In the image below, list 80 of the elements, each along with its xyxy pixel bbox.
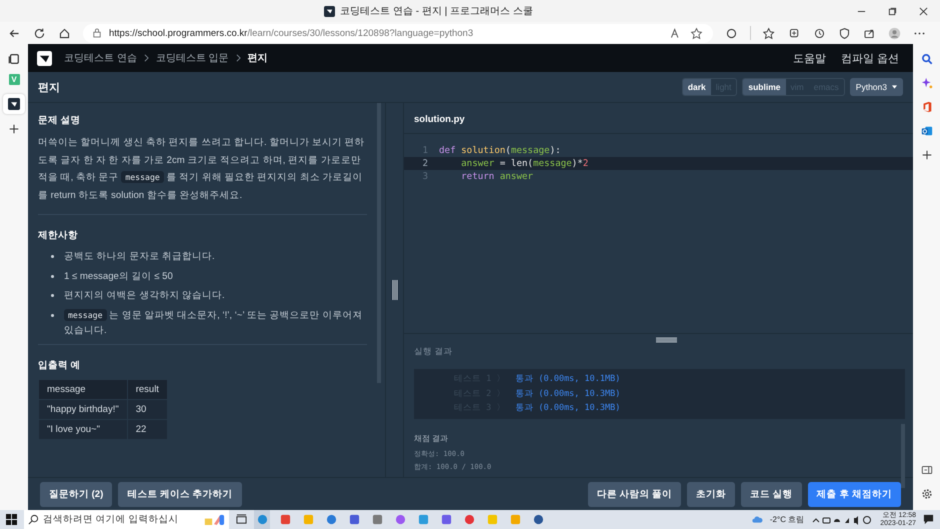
home-icon[interactable] (58, 26, 71, 40)
site-tab[interactable] (3, 94, 25, 114)
section-heading: 입출력 예 (38, 358, 82, 372)
footer-button[interactable]: 코드 실행 (741, 482, 802, 506)
settings-icon[interactable] (920, 488, 932, 500)
file-name: solution.py (404, 103, 913, 134)
language-dropdown[interactable]: Python3 (850, 78, 903, 96)
footer-button[interactable]: 다른 사람의 풀이 (588, 482, 682, 506)
resize-handle-icon[interactable] (392, 280, 398, 300)
search-icon[interactable] (920, 53, 932, 65)
lesson-title: 편지 (38, 80, 60, 94)
description-text: 머쓱이는 할머니께 생신 축하 편지를 쓰려고 합니다. 할머니가 보시기 편하도록 글자 한 자 한 자를 가로 2cm 크기로 적으려고 하며, 편지를 가로로만 적을 때, 축하 문구 message 를 적기 위해 필요한 편지지의 최소 가로길이를 return 하도록 solution 함수를 완성해주세요. (38, 136, 366, 202)
table-cell: "I love you~" (38, 419, 128, 439)
constraint-text: message 는 영문 알파벳 대소문자, ‘!’, ‘~’ 또는 공백으로만 이루어져 있습니다. (64, 308, 364, 338)
lock-icon (93, 28, 101, 38)
resize-handle-icon[interactable] (656, 337, 677, 343)
sticker-icon[interactable] (203, 513, 225, 526)
mail-icon[interactable] (920, 125, 932, 137)
avatar-icon[interactable] (888, 26, 901, 40)
add-icon[interactable] (920, 149, 932, 161)
test-result: 통과 (0.00ms, 10.3MB) (515, 388, 620, 400)
table-cell: 22 (127, 419, 168, 439)
constraint-text: 편지지의 여백은 생각하지 않습니다. (64, 289, 225, 303)
breadcrumb-link[interactable]: 편지 (248, 51, 268, 65)
add-icon[interactable] (8, 123, 20, 135)
bullet-icon (51, 314, 54, 316)
refresh-icon[interactable] (33, 26, 46, 40)
submit-button[interactable]: 제출 후 채점하기 (808, 482, 901, 506)
shield-icon[interactable] (838, 26, 851, 40)
table-cell: "happy birthday!" (38, 399, 128, 419)
tray-icons[interactable] (811, 514, 874, 524)
star-icon[interactable] (690, 26, 703, 40)
constraint-text: 공백도 하나의 문자로 취급합니다. (64, 250, 215, 264)
bullet-icon (51, 274, 54, 278)
footer-button[interactable]: 질문하기 (2) (40, 482, 112, 506)
search-icon (28, 514, 39, 525)
sidebar-icon[interactable] (920, 464, 932, 476)
logo-icon (8, 98, 20, 110)
breadcrumb-link[interactable]: 코딩테스트 연습 (64, 51, 137, 65)
history-icon[interactable] (813, 26, 826, 40)
logo-icon[interactable] (37, 50, 52, 66)
windows-icon[interactable] (6, 514, 17, 525)
table-cell: 30 (127, 399, 168, 419)
nav-link[interactable]: 컴파일 옵션 (840, 50, 899, 66)
bullet-icon (51, 255, 54, 258)
office-icon[interactable] (920, 101, 932, 113)
breadcrumb-link[interactable]: 코딩테스트 입문 (156, 51, 229, 65)
cloud-icon (752, 514, 763, 525)
notification-icon[interactable] (923, 514, 934, 525)
results-title: 실행 결과 (414, 346, 454, 358)
footer-button[interactable]: 초기화 (687, 482, 736, 506)
test-result: 통과 (0.00ms, 10.3MB) (515, 402, 620, 414)
restore-icon[interactable] (888, 6, 897, 16)
caret-icon (892, 85, 897, 89)
window-title: 코딩테스트 연습 - 편지 | 프로그래머스 스쿨 (340, 5, 533, 18)
column-header: message (38, 379, 128, 399)
chevron-icon (236, 54, 241, 62)
sparkle-icon[interactable] (920, 77, 932, 89)
score-title: 채점 결과 (414, 432, 450, 444)
favorites-icon[interactable] (763, 26, 776, 40)
nav-link[interactable]: 도움말 (792, 50, 826, 66)
constraint-text: 1 ≤ message의 길이 ≤ 50 (64, 270, 173, 284)
address-field[interactable]: https://school.programmers.co.kr/learn/courses/30/lessons/120898?language=python3 (83, 24, 713, 42)
keymap-option[interactable]: sublime (743, 79, 786, 95)
site-icon (324, 6, 336, 16)
task-view-icon[interactable] (236, 514, 247, 525)
bullet-icon (51, 294, 54, 297)
chevron-icon (144, 54, 149, 62)
section-heading: 문제 설명 (38, 114, 82, 127)
collections-icon[interactable] (788, 26, 801, 40)
weather-text[interactable]: -2°C 흐림 (770, 514, 804, 525)
footer-button[interactable]: 테스트 케이스 추가하기 (118, 482, 242, 506)
extension-icon[interactable] (725, 26, 738, 40)
theme-option[interactable]: dark (682, 79, 711, 95)
taskbar-search-field[interactable]: 검색하려면 여기에 입력하십시 (24, 510, 229, 529)
close-icon[interactable] (919, 6, 928, 16)
tabs-icon[interactable] (8, 53, 20, 65)
section-heading: 제한사항 (38, 229, 79, 242)
test-result: 통과 (0.00ms, 10.1MB) (515, 373, 620, 386)
column-header: result (127, 379, 168, 399)
